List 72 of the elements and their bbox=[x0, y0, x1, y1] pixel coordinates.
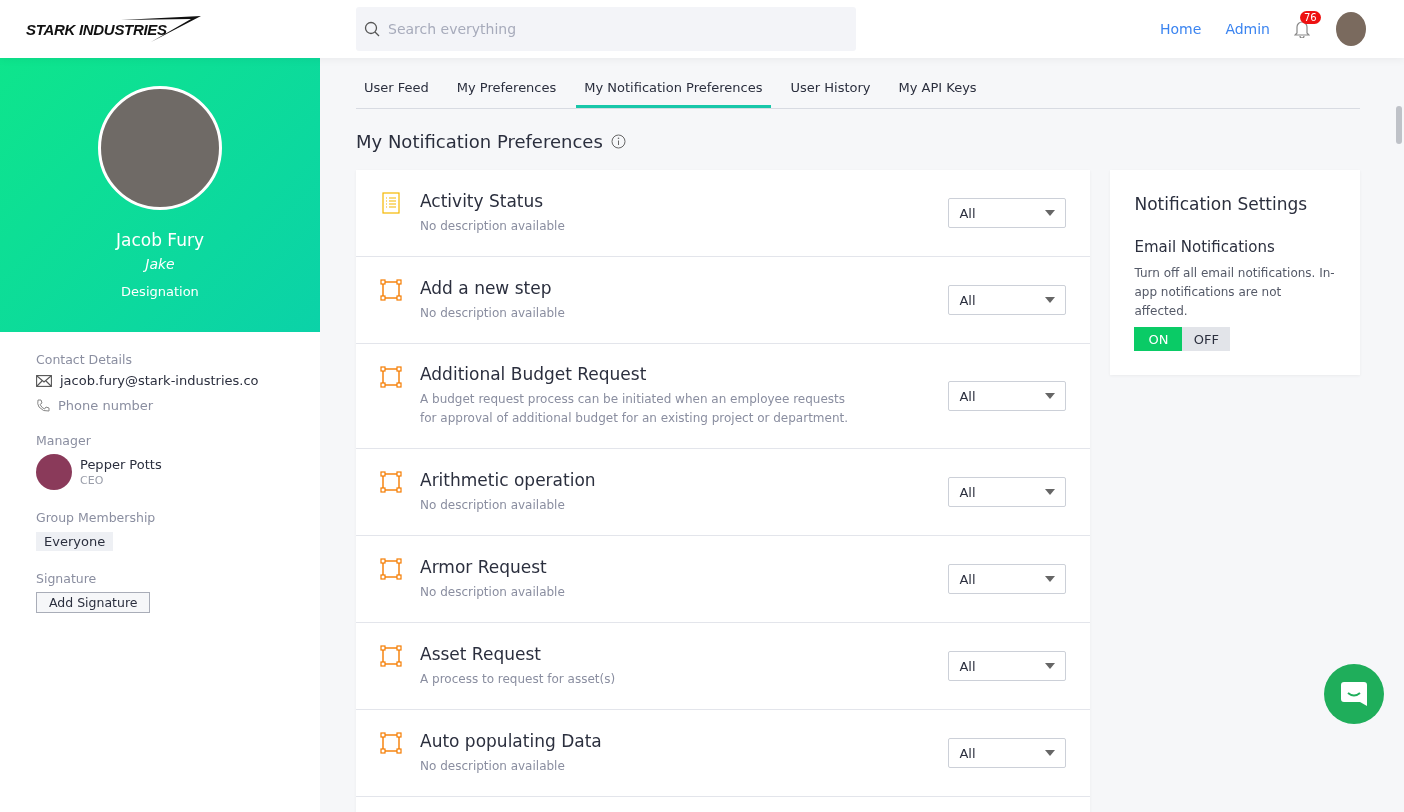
frame-icon bbox=[380, 558, 402, 580]
nav-link[interactable]: Admin bbox=[1225, 21, 1270, 37]
phone-icon bbox=[36, 398, 50, 413]
preference-title: Auto populating Data bbox=[420, 730, 603, 751]
logo-text[interactable]: STARK INDUSTRIES bbox=[26, 20, 167, 38]
tab[interactable]: User Feed bbox=[356, 68, 437, 108]
section-label: Manager bbox=[36, 433, 92, 448]
profile-name: Jacob Fury bbox=[115, 230, 204, 250]
preference-description: No description available bbox=[420, 583, 566, 601]
nav-link[interactable]: Home bbox=[1160, 21, 1202, 37]
caret-icon bbox=[1045, 576, 1056, 582]
chat-button[interactable] bbox=[1324, 664, 1384, 724]
frequency-dropdown[interactable]: All bbox=[948, 285, 1067, 315]
section-label: Contact Details bbox=[36, 352, 133, 367]
frame-icon bbox=[380, 366, 402, 388]
preference-title: Asset Request bbox=[420, 643, 542, 664]
frequency-dropdown[interactable]: All bbox=[948, 381, 1067, 411]
notification-count: 76 bbox=[1300, 11, 1321, 24]
bell-icon[interactable] bbox=[1294, 20, 1310, 38]
page-title: My Notification Preferences bbox=[356, 131, 603, 152]
email-notifications-description: Turn off all email notifications. In-app notifications are not affected. bbox=[1134, 265, 1336, 320]
preference-description: No description available bbox=[420, 496, 566, 514]
scrollbar[interactable] bbox=[1396, 106, 1402, 144]
manager-avatar bbox=[36, 454, 72, 490]
search-field[interactable]: Search everything bbox=[356, 7, 856, 51]
caret-icon bbox=[1045, 297, 1056, 303]
caret-icon bbox=[1045, 489, 1056, 495]
frequency-dropdown[interactable]: All bbox=[948, 738, 1067, 768]
tab[interactable]: My API Keys bbox=[890, 68, 985, 108]
email-notifications-heading: Email Notifications bbox=[1134, 238, 1276, 256]
frequency-dropdown[interactable]: All bbox=[948, 198, 1067, 228]
profile-nickname: Jake bbox=[145, 256, 175, 272]
preference-description: No description available bbox=[420, 217, 566, 235]
preference-description: No description available bbox=[420, 304, 566, 322]
document-list-icon bbox=[380, 192, 402, 214]
settings-title: Notification Settings bbox=[1134, 194, 1309, 214]
chat-icon bbox=[1340, 681, 1368, 707]
tab[interactable]: My Preferences bbox=[448, 68, 565, 108]
preference-title: Arithmetic operation bbox=[420, 469, 597, 490]
preference-title: Armor Request bbox=[420, 556, 548, 577]
caret-icon bbox=[1045, 663, 1056, 669]
email-text[interactable]: jacob.fury@stark-industries.co bbox=[60, 373, 259, 388]
section-label: Group Membership bbox=[36, 510, 157, 525]
caret-icon bbox=[1045, 393, 1056, 399]
manager-name[interactable]: Pepper Potts bbox=[80, 457, 162, 472]
search-icon bbox=[364, 21, 380, 37]
envelope-icon bbox=[36, 374, 52, 387]
manager-title: CEO bbox=[80, 474, 105, 487]
preference-description: A process to request for asset(s) bbox=[420, 670, 617, 688]
group-tag: Everyone bbox=[36, 532, 114, 551]
caret-icon bbox=[1045, 210, 1056, 216]
frame-icon bbox=[380, 645, 402, 667]
frequency-dropdown[interactable]: All bbox=[948, 477, 1067, 507]
frequency-dropdown[interactable]: All bbox=[948, 651, 1067, 681]
preference-title: Activity Status bbox=[420, 190, 545, 211]
section-label: Signature bbox=[36, 571, 98, 586]
profile-designation: Designation bbox=[121, 284, 199, 299]
preference-description: A budget request process can be initiated when an employee requests for approval of additional budget for an existing project or department. bbox=[420, 391, 850, 427]
preference-title: Add a new step bbox=[420, 277, 553, 298]
tab[interactable]: User History bbox=[782, 68, 879, 108]
tab[interactable]: My Notification Preferences bbox=[576, 68, 771, 108]
frame-icon bbox=[380, 732, 402, 754]
caret-icon bbox=[1045, 750, 1056, 756]
add-signature-button[interactable]: Add Signature bbox=[36, 592, 151, 613]
preference-title: Additional Budget Request bbox=[420, 364, 648, 384]
frame-icon bbox=[380, 279, 402, 301]
info-icon[interactable] bbox=[610, 134, 626, 149]
frequency-dropdown[interactable]: All bbox=[948, 564, 1067, 594]
toggle-option[interactable]: OFF bbox=[1182, 327, 1231, 351]
preference-description: No description available bbox=[420, 757, 566, 775]
frame-icon bbox=[380, 471, 402, 493]
user-avatar[interactable] bbox=[1336, 12, 1366, 46]
